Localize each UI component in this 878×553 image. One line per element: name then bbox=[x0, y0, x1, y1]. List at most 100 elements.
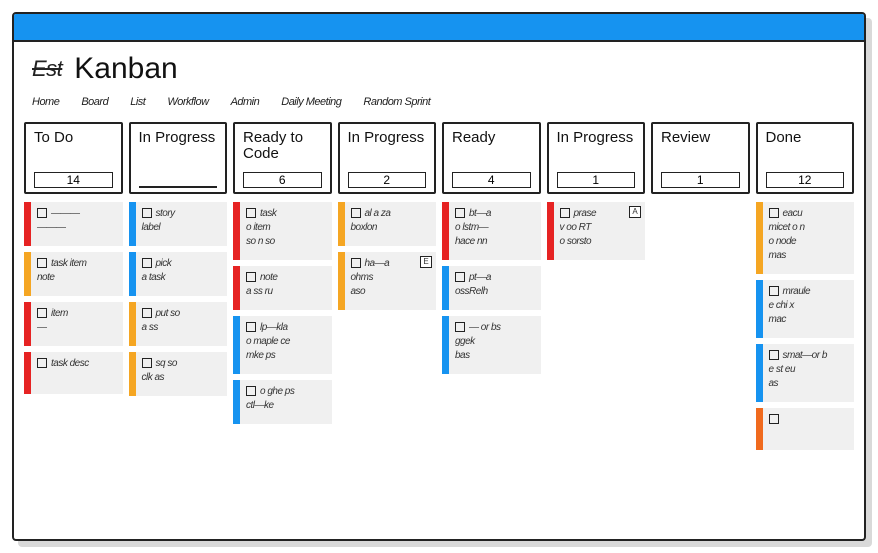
column-count: 14 bbox=[34, 172, 113, 188]
card[interactable]: item— bbox=[24, 302, 123, 346]
card-badge: A bbox=[629, 206, 641, 218]
card-line: al a za bbox=[351, 208, 431, 220]
card-line: note bbox=[246, 272, 326, 284]
card-line: ggek bbox=[455, 336, 535, 348]
column-header[interactable]: To Do 14 bbox=[24, 122, 123, 194]
card-line: o lstm— bbox=[455, 222, 535, 234]
card[interactable] bbox=[756, 408, 855, 450]
card-line: as bbox=[769, 378, 849, 390]
card-line: a task bbox=[142, 272, 222, 284]
card[interactable]: ha—aohmsasoE bbox=[338, 252, 437, 310]
column-header[interactable]: In Progress bbox=[129, 122, 228, 194]
menu-item[interactable]: Board bbox=[81, 96, 108, 108]
column-header[interactable]: Review 1 bbox=[651, 122, 750, 194]
card[interactable]: — or bsggekbas bbox=[442, 316, 541, 374]
column-count: 1 bbox=[661, 172, 740, 188]
card-line: label bbox=[142, 222, 222, 234]
card[interactable]: lp—klao maple cemke ps bbox=[233, 316, 332, 374]
card-icon bbox=[37, 308, 47, 318]
menu-item[interactable]: Workflow bbox=[167, 96, 208, 108]
card[interactable]: eacumicet o no nodemas bbox=[756, 202, 855, 274]
card-line: aso bbox=[351, 286, 431, 298]
card-icon bbox=[455, 322, 465, 332]
card-line: story bbox=[142, 208, 222, 220]
menu-item[interactable]: Home bbox=[32, 96, 59, 108]
card[interactable]: pt—aossRelh bbox=[442, 266, 541, 310]
menu-bar: Home Board List Workflow Admin Daily Mee… bbox=[32, 96, 846, 108]
card-line: clk as bbox=[142, 372, 222, 384]
column-title: In Progress bbox=[139, 130, 218, 146]
column: Ready to Code6 tasko itemso n so note a ss … bbox=[233, 122, 332, 450]
card-icon bbox=[142, 258, 152, 268]
card-icon bbox=[455, 272, 465, 282]
card-line: bas bbox=[455, 350, 535, 362]
card-list: —————— task itemnote item— task desc bbox=[24, 202, 123, 394]
menu-item[interactable]: Admin bbox=[231, 96, 260, 108]
card[interactable]: smat—or b e st eu as bbox=[756, 344, 855, 402]
card[interactable]: tasko itemso n so bbox=[233, 202, 332, 260]
column-header[interactable]: Done12 bbox=[756, 122, 855, 194]
card-list: prasev oo RTo sorstoA bbox=[547, 202, 646, 260]
card[interactable]: mraulee chi xmac bbox=[756, 280, 855, 338]
card-line: boxlon bbox=[351, 222, 431, 234]
card-line: a ss bbox=[142, 322, 222, 334]
card-icon bbox=[769, 414, 779, 424]
card[interactable]: picka task bbox=[129, 252, 228, 296]
app-frame: Est Kanban Home Board List Workflow Admi… bbox=[12, 12, 866, 541]
card[interactable]: al a za boxlon bbox=[338, 202, 437, 246]
column-header[interactable]: In Progress2 bbox=[338, 122, 437, 194]
card[interactable]: put soa ss bbox=[129, 302, 228, 346]
column-count: 4 bbox=[452, 172, 531, 188]
card[interactable]: sq soclk as bbox=[129, 352, 228, 396]
column: Ready4bt—ao lstm—hace nnpt—aossRelh— or … bbox=[442, 122, 541, 450]
card[interactable]: prasev oo RTo sorstoA bbox=[547, 202, 646, 260]
card-icon bbox=[351, 208, 361, 218]
menu-item[interactable]: Random Sprint bbox=[363, 96, 430, 108]
window-topbar bbox=[14, 14, 864, 42]
card-list: story label picka task put soa ss sq soclk a… bbox=[129, 202, 228, 396]
menu-item[interactable]: List bbox=[130, 96, 145, 108]
card-icon bbox=[37, 358, 47, 368]
card-icon bbox=[455, 208, 465, 218]
card-list: eacumicet o no nodemasmraulee chi xmacsm… bbox=[756, 202, 855, 450]
column: In Progress story label picka task put soa s… bbox=[129, 122, 228, 450]
card[interactable]: task itemnote bbox=[24, 252, 123, 296]
column-header[interactable]: In Progress1 bbox=[547, 122, 646, 194]
card-line: task desc bbox=[37, 358, 117, 370]
card-line: e st eu bbox=[769, 364, 849, 376]
column: In Progress2al a zaboxlonha—aohmsasoE bbox=[338, 122, 437, 450]
card[interactable]: note a ss ru bbox=[233, 266, 332, 310]
card-icon bbox=[246, 208, 256, 218]
card-line: e chi x bbox=[769, 300, 849, 312]
title-row: Est Kanban bbox=[32, 52, 846, 86]
card-line: smat—or b bbox=[769, 350, 849, 362]
card-line: a ss ru bbox=[246, 286, 326, 298]
card-line: — bbox=[37, 322, 117, 334]
kanban-board: To Do14——————task itemnoteitem—task desc… bbox=[14, 112, 864, 450]
column-header[interactable]: Ready4 bbox=[442, 122, 541, 194]
column-count: 2 bbox=[348, 172, 427, 188]
column-count: 6 bbox=[243, 172, 322, 188]
card-icon bbox=[351, 258, 361, 268]
column: Review 1 bbox=[651, 122, 750, 450]
card-line: mas bbox=[769, 250, 849, 262]
column-title: To Do bbox=[34, 130, 113, 146]
card-list: al a zaboxlonha—aohmsasoE bbox=[338, 202, 437, 310]
card-icon bbox=[246, 272, 256, 282]
card[interactable]: —————— bbox=[24, 202, 123, 246]
card-icon bbox=[142, 358, 152, 368]
card[interactable]: story label bbox=[129, 202, 228, 246]
card-line bbox=[769, 414, 849, 426]
column-header[interactable]: Ready to Code6 bbox=[233, 122, 332, 194]
card-line: micet o n bbox=[769, 222, 849, 234]
column: To Do 14 —————— task itemnote item— task desc bbox=[24, 122, 123, 450]
card[interactable]: task desc bbox=[24, 352, 123, 394]
menu-item[interactable]: Daily Meeting bbox=[281, 96, 341, 108]
card[interactable]: bt—ao lstm—hace nn bbox=[442, 202, 541, 260]
card[interactable]: o ghe psctl—ke bbox=[233, 380, 332, 424]
column-title: Review bbox=[661, 130, 740, 146]
card-icon bbox=[560, 208, 570, 218]
card-line: ohms bbox=[351, 272, 431, 284]
card-line: o ghe ps bbox=[246, 386, 326, 398]
card-line: eacu bbox=[769, 208, 849, 220]
